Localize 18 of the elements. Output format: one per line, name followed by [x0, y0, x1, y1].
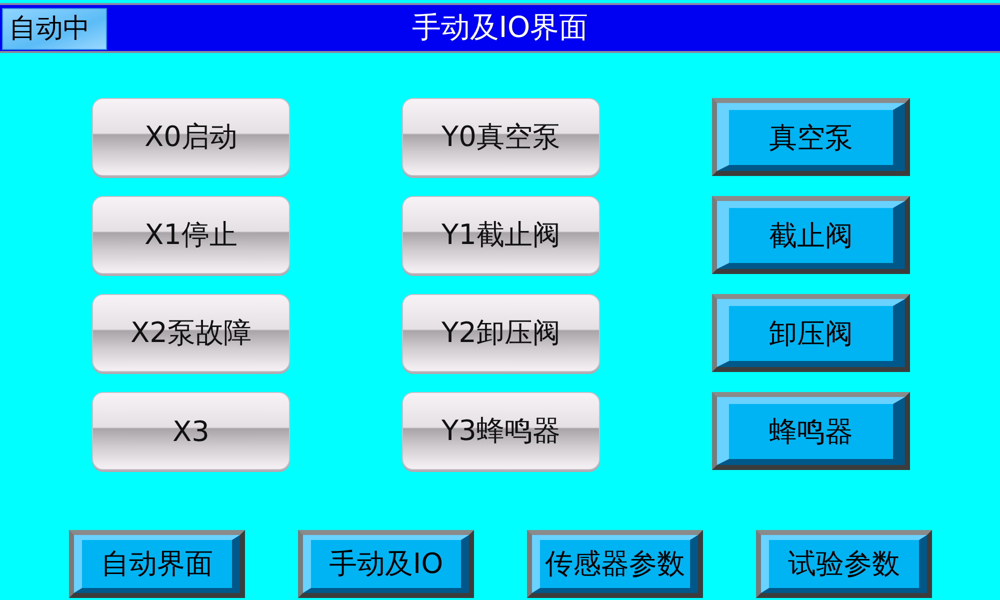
nav-button[interactable]: 手动及IO: [298, 530, 474, 598]
input-indicator: X2泵故障: [92, 294, 290, 372]
output-toggle-button[interactable]: 真空泵: [712, 98, 910, 176]
input-indicator: X1停止: [92, 196, 290, 274]
output-toggle-button[interactable]: 蜂鸣器: [712, 392, 910, 470]
nav-button[interactable]: 传感器参数: [527, 530, 703, 598]
input-indicator: X3: [92, 392, 290, 470]
output-indicator: Y0真空泵: [402, 98, 600, 176]
mode-status-label: 自动中: [2, 8, 107, 50]
nav-button[interactable]: 试验参数: [756, 530, 932, 598]
screen-title: 手动及IO界面: [412, 9, 588, 46]
output-indicator: Y3蜂鸣器: [402, 392, 600, 470]
output-indicator: Y1截止阀: [402, 196, 600, 274]
input-indicator: X0启动: [92, 98, 290, 176]
output-indicator: Y2卸压阀: [402, 294, 600, 372]
nav-button[interactable]: 自动界面: [69, 530, 245, 598]
output-toggle-button[interactable]: 卸压阀: [712, 294, 910, 372]
output-toggle-button[interactable]: 截止阀: [712, 196, 910, 274]
